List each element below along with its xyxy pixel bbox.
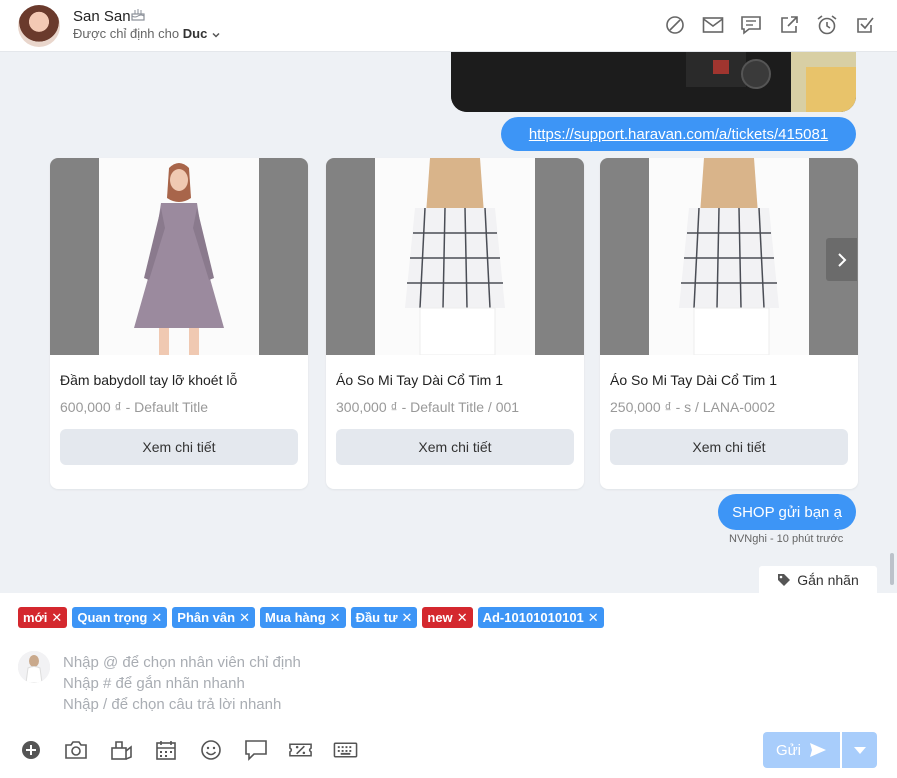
product-card: Áo So Mi Tay Dài Cổ Tim 1 250,000 ₫ - s … [600,158,858,489]
tag-chip[interactable]: Mua hàng ✕ [259,607,346,628]
external-link-icon[interactable] [777,13,801,37]
emoji-icon[interactable] [198,738,223,762]
image-message[interactable] [451,52,856,112]
shop-message[interactable]: SHOP gửi bạn ạ [718,494,856,530]
product-price: 600,000 ₫ - Default Title [60,399,209,415]
chat-icon[interactable] [243,738,268,762]
view-detail-button[interactable]: Xem chi tiết [610,429,848,465]
alarm-icon[interactable] [815,13,839,37]
shirt-photo-icon [375,158,535,355]
discount-icon[interactable] [288,738,313,762]
product-card: Đầm babydoll tay lỡ khoét lỗ 600,000 ₫ -… [50,158,308,489]
product-icon[interactable] [108,738,133,762]
checkbox-icon[interactable] [853,13,877,37]
product-price: 250,000 ₫ - s / LANA-0002 [610,399,776,415]
assigned-to[interactable]: Được chỉ định cho Duc [73,26,221,41]
remove-tag-icon[interactable]: ✕ [51,610,62,626]
tag-list: mới ✕ Quan trọng ✕ Phân vân ✕ Mua hàng ✕ Đầu… [18,607,604,628]
send-button[interactable]: Gửi [763,732,840,768]
tag-icon [778,574,791,586]
product-image[interactable] [50,158,308,355]
remove-tag-icon[interactable]: ✕ [151,610,162,626]
agent-avatar [18,651,50,683]
remove-tag-icon[interactable]: ✕ [457,610,468,626]
product-image[interactable] [600,158,858,355]
tag-chip[interactable]: new ✕ [422,607,473,628]
composer-hint-mention[interactable]: Nhập @ để chọn nhân viên chỉ định [63,654,301,671]
message-composer: mới ✕ Quan trọng ✕ Phân vân ✕ Mua hàng ✕ Đầu… [0,593,897,778]
customer-avatar[interactable] [18,5,60,47]
composer-hint-reply[interactable]: Nhập / để chọn câu trả lời nhanh [63,696,281,713]
carousel-next-button[interactable] [826,238,857,281]
remove-tag-icon[interactable]: ✕ [401,610,412,626]
plus-icon[interactable] [18,738,43,762]
product-carousel: Đầm babydoll tay lỡ khoét lỗ 600,000 ₫ -… [50,158,880,490]
chevron-right-icon [837,252,846,267]
tag-chip[interactable]: Ad-10101010101 ✕ [477,607,604,628]
remove-tag-icon[interactable]: ✕ [330,610,341,626]
product-card: Áo So Mi Tay Dài Cổ Tim 1 300,000 ₫ - De… [326,158,584,489]
customer-name[interactable]: San San [73,8,131,25]
header-actions [663,13,877,37]
product-title: Áo So Mi Tay Dài Cổ Tim 1 [610,372,778,388]
composer-toolbar [18,738,358,762]
remove-tag-icon[interactable]: ✕ [239,610,250,626]
composer-hint-tag[interactable]: Nhập # để gắn nhãn nhanh [63,675,245,692]
product-price: 300,000 ₫ - Default Title / 001 [336,399,520,415]
product-image[interactable] [326,158,584,355]
tag-chip[interactable]: mới ✕ [18,607,68,628]
send-options-button[interactable] [842,732,877,768]
caret-down-icon [853,747,866,754]
view-detail-button[interactable]: Xem chi tiết [60,429,298,465]
product-title: Đầm babydoll tay lỡ khoét lỗ [60,372,238,388]
block-icon[interactable] [663,13,687,37]
send-icon [810,743,827,757]
link-message[interactable]: https://support.haravan.com/a/tickets/41… [501,117,856,151]
mail-icon[interactable] [701,13,725,37]
tag-chip[interactable]: Đầu tư ✕ [350,607,418,628]
keyboard-icon[interactable] [333,738,358,762]
assignee-name: Duc [182,26,208,41]
chat-scrollbar[interactable] [890,553,894,585]
remove-tag-icon[interactable]: ✕ [588,610,599,626]
photo-thumbnail [451,52,856,112]
comment-icon[interactable] [739,13,763,37]
dress-photo-icon [99,158,259,355]
shirt-photo-icon [649,158,809,355]
view-detail-button[interactable]: Xem chi tiết [336,429,574,465]
conversation-header: San San Được chỉ định cho Duc [0,0,897,52]
add-tag-button[interactable]: Gắn nhãn [759,566,877,594]
message-meta: NVNghi - 10 phút trước [729,533,844,545]
product-title: Áo So Mi Tay Dài Cổ Tim 1 [336,372,504,388]
birthday-cake-icon [131,9,145,21]
camera-icon[interactable] [63,738,88,762]
calendar-icon[interactable] [153,738,178,762]
chevron-down-icon [212,32,220,38]
tag-chip[interactable]: Quan trọng ✕ [72,607,168,628]
tag-chip[interactable]: Phân vân ✕ [172,607,255,628]
